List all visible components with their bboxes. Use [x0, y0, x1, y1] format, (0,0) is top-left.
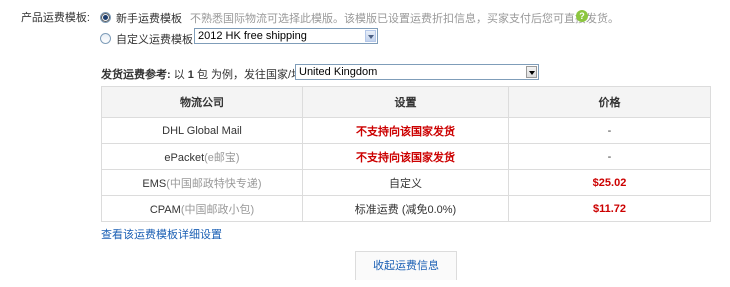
- table-row: EMS(中国邮政特快专递) 自定义 $25.02: [101, 169, 711, 196]
- carrier-name: DHL Global Mail: [162, 124, 242, 137]
- new-template-hint: 不熟悉国际物流可选择此模版。该模版已设置运费折扣信息，买家支付后您可直接发货。: [190, 13, 619, 25]
- price-cell: -: [508, 117, 711, 144]
- table-header-row: 物流公司 设置 价格: [101, 86, 711, 118]
- table-row: ePacket(e邮宝) 不支持向该国家发货 -: [101, 143, 711, 170]
- carrier-sub: (中国邮政小包): [180, 203, 255, 216]
- header-price: 价格: [508, 86, 711, 118]
- custom-template-select-value: 2012 HK free shipping: [198, 30, 307, 42]
- radio-custom-template[interactable]: [100, 33, 111, 44]
- carrier-cell: CPAM(中国邮政小包): [101, 195, 303, 222]
- carrier-cell: EMS(中国邮政特快专递): [101, 169, 303, 196]
- header-setting: 设置: [302, 86, 509, 118]
- carrier-name: ePacket: [164, 151, 205, 164]
- chevron-down-icon[interactable]: [526, 66, 537, 78]
- custom-template-label[interactable]: 自定义运费模板: [116, 31, 193, 47]
- setting-cell: 自定义: [302, 169, 509, 196]
- chevron-down-icon[interactable]: [365, 30, 376, 42]
- question-icon[interactable]: ?: [576, 10, 588, 22]
- shipping-template-label: 产品运费模板:: [20, 12, 90, 24]
- shipping-reference: 发货运费参考: 以 1 包 为例，发往国家/地区: [101, 66, 313, 82]
- collapse-shipping-info-button[interactable]: 收起运费信息: [355, 251, 457, 280]
- table-row: DHL Global Mail 不支持向该国家发货 -: [101, 117, 711, 144]
- radio-new-template[interactable]: [100, 12, 111, 23]
- country-select-value: United Kingdom: [299, 66, 378, 78]
- custom-template-select[interactable]: 2012 HK free shipping: [194, 28, 378, 44]
- reference-label: 发货运费参考:: [101, 69, 171, 81]
- carrier-name: CPAM: [149, 203, 181, 216]
- carrier-cell: ePacket(e邮宝): [101, 143, 303, 170]
- carrier-sub: (e邮宝): [204, 151, 240, 164]
- view-template-details-link[interactable]: 查看该运费模板详细设置: [101, 226, 222, 242]
- carrier-sub: (中国邮政特快专递): [166, 177, 262, 190]
- setting-cell: 不支持向该国家发货: [302, 143, 509, 170]
- table-row: CPAM(中国邮政小包) 标准运费 (减免0.0%) $11.72: [101, 195, 711, 222]
- price-cell: $11.72: [508, 195, 711, 222]
- setting-cell: 标准运费 (减免0.0%): [302, 195, 509, 222]
- carrier-name: EMS: [142, 177, 167, 190]
- setting-cell: 不支持向该国家发货: [302, 117, 509, 144]
- country-select[interactable]: United Kingdom: [295, 64, 539, 80]
- header-carrier: 物流公司: [101, 86, 303, 118]
- reference-text-1: 以: [173, 69, 185, 81]
- shipping-table: 物流公司 设置 价格 DHL Global Mail 不支持向该国家发货 - e…: [101, 86, 711, 222]
- price-cell: -: [508, 143, 711, 170]
- new-template-label[interactable]: 新手运费模板: [116, 10, 182, 26]
- carrier-cell: DHL Global Mail: [101, 117, 303, 144]
- price-cell: $25.02: [508, 169, 711, 196]
- reference-count: 1: [187, 69, 194, 81]
